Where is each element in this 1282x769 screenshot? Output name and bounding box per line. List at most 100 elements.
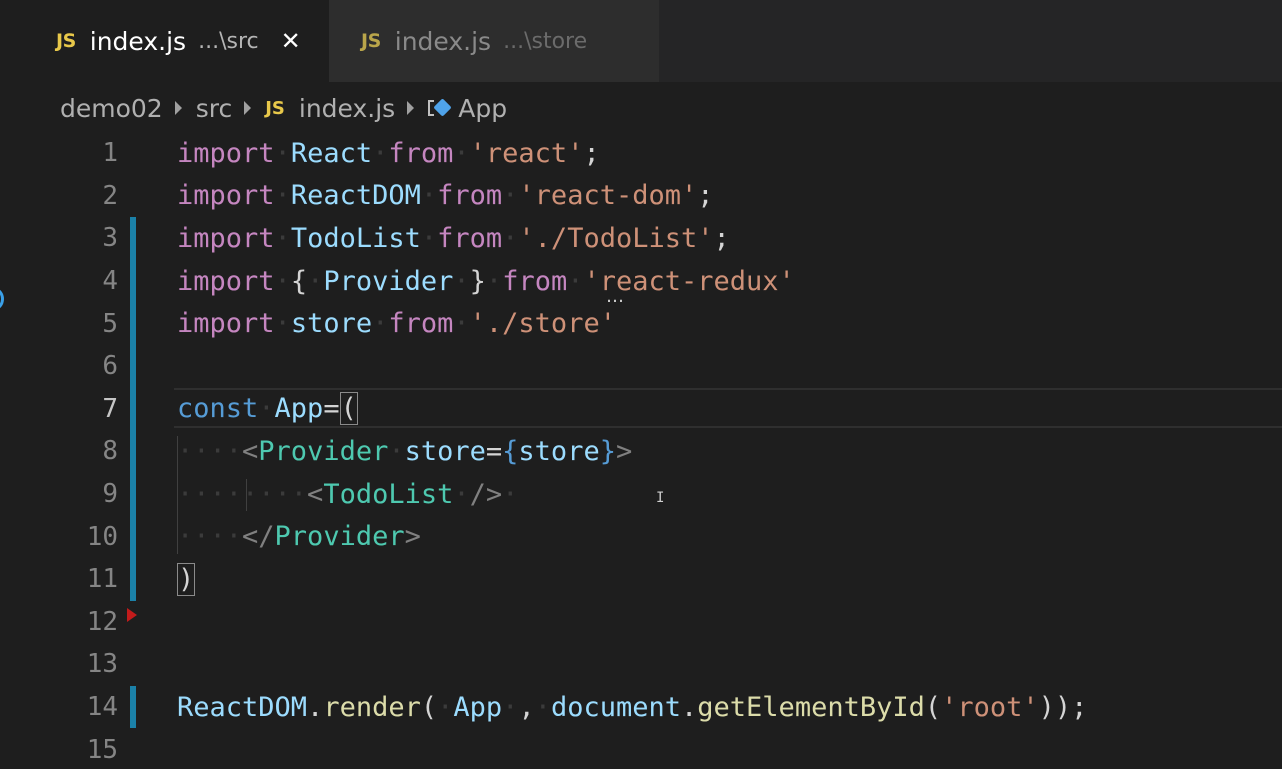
code-text[interactable]: ) (177, 562, 196, 596)
breadcrumb-item-file[interactable]: index.js (299, 94, 395, 123)
line-number: 7 (102, 393, 118, 424)
tab-label: index.js (89, 26, 187, 56)
code-line[interactable]: 10 ····</Provider> (24, 515, 1282, 558)
code-token: · (420, 180, 438, 212)
code-editor[interactable]: I 1 import·React·from·'react'; 2 import·Rea… (24, 132, 1282, 769)
code-token: App (453, 691, 503, 723)
code-text[interactable]: import·TodoList·from·'./TodoList'; (177, 223, 730, 254)
code-token: · (274, 180, 291, 212)
breadcrumb-item-symbol[interactable]: App (458, 94, 507, 123)
code-line[interactable]: 9 ········<TodoList·/>· (24, 472, 1282, 516)
code-token: /> (469, 478, 503, 510)
code-token: · (274, 222, 291, 254)
code-token: ···· (177, 521, 243, 553)
tab-index-js-src[interactable]: JS index.js ...\src ✕ (24, 0, 329, 82)
line-number: 9 (102, 479, 118, 510)
breadcrumb-item-demo02[interactable]: demo02 (60, 94, 163, 123)
dirty-diff-marker[interactable] (130, 345, 136, 388)
code-line[interactable]: 4 import·{·Provider·}·from·'react-redux' (24, 259, 1282, 303)
code-text[interactable]: import·store·from·'./store' (177, 308, 616, 339)
code-line[interactable]: 7 const·App=( (24, 387, 1282, 431)
code-text[interactable]: ····</Provider> (177, 521, 421, 552)
code-token: from (388, 137, 454, 169)
dirty-diff-marker[interactable] (130, 217, 136, 260)
code-text[interactable]: import·ReactDOM·from·'react-dom'; (177, 180, 714, 211)
dirty-diff-marker[interactable] (130, 259, 136, 303)
code-token: , (518, 691, 535, 723)
line-number: 4 (102, 266, 118, 297)
code-text[interactable]: import·React·from·'react'; (177, 138, 600, 169)
code-line[interactable]: 12 (24, 601, 1282, 644)
dirty-diff-marker[interactable] (130, 387, 136, 431)
code-line[interactable]: 6 (24, 345, 1282, 388)
tab-index-js-store[interactable]: JS index.js ...\store (329, 0, 659, 82)
code-token: ; (697, 180, 714, 212)
code-token: · (502, 478, 519, 510)
code-token: · (453, 308, 470, 340)
code-token: ReactDOM (177, 691, 308, 723)
matched-bracket: ( (339, 392, 358, 426)
dirty-diff-marker[interactable] (130, 558, 136, 601)
code-line[interactable]: 15 (24, 728, 1282, 769)
code-line[interactable]: 5 import·store·from·'./store' (24, 302, 1282, 345)
breadcrumb-item-src[interactable]: src (196, 94, 233, 123)
code-token: · (258, 393, 275, 425)
tab-label: index.js (394, 26, 492, 56)
code-text[interactable]: ········<TodoList·/>· (177, 479, 518, 510)
close-icon[interactable]: ✕ (281, 29, 301, 53)
dirty-diff-marker[interactable] (130, 302, 136, 345)
line-number: 6 (102, 351, 118, 382)
code-token: ( (420, 691, 438, 723)
code-text[interactable]: ReactDOM.render(·App·,·document.getEleme… (177, 692, 1087, 723)
activity-edge (0, 0, 24, 769)
vscode-window: JS index.js ...\src ✕ JS index.js ...\st… (0, 0, 1282, 769)
code-line[interactable]: 3 import·TodoList·from·'./TodoList'; (24, 217, 1282, 260)
code-token: 'root' (941, 691, 1039, 723)
code-token: import (177, 137, 275, 169)
line-number: 3 (102, 223, 118, 254)
chevron-right-icon (244, 101, 252, 115)
code-text[interactable]: import·{·Provider·}·from·'react-redux' (177, 266, 795, 297)
code-token: import (177, 180, 275, 212)
dirty-diff-marker[interactable] (130, 430, 136, 473)
line-number: 2 (102, 180, 118, 211)
code-line[interactable]: 14 ReactDOM.render(·App·,·document.getEle… (24, 685, 1282, 729)
code-token: ( (924, 691, 942, 723)
line-number: 10 (86, 521, 118, 552)
code-token: } (599, 435, 616, 467)
line-number: 15 (86, 734, 118, 765)
code-token: TodoList (290, 222, 421, 254)
hint-ellipsis-icon[interactable]: … (606, 286, 625, 307)
dirty-diff-marker[interactable] (130, 472, 136, 516)
code-token: ; (713, 222, 730, 254)
code-text[interactable]: const·App=( (177, 392, 358, 426)
code-line[interactable]: 8 ····<Provider·store={store}> (24, 430, 1282, 473)
code-token: · (502, 222, 519, 254)
code-token: ReactDOM (290, 180, 421, 212)
code-token: · (534, 691, 551, 723)
code-token: TodoList (323, 478, 454, 510)
code-line[interactable]: 2 import·ReactDOM·from·'react-dom'; (24, 175, 1282, 218)
code-token: App (274, 393, 324, 425)
line-number: 1 (102, 138, 118, 169)
code-token: · (372, 137, 389, 169)
code-token: · (274, 308, 291, 340)
line-number: 13 (86, 649, 118, 680)
code-token: { (290, 265, 308, 297)
symbol-variable-icon (428, 97, 452, 119)
code-token: getElementById (697, 691, 925, 723)
code-line[interactable]: 11) (24, 558, 1282, 601)
fold-arrow-icon[interactable] (127, 607, 137, 622)
code-token: > (615, 435, 633, 467)
tab-path: ...\src (198, 28, 259, 54)
tab-path: ...\store (503, 28, 588, 54)
code-token: store (290, 308, 373, 340)
dirty-diff-marker[interactable] (130, 515, 136, 558)
code-line[interactable]: 13 (24, 643, 1282, 686)
code-token: ········ (177, 478, 308, 510)
code-token: · (567, 265, 584, 297)
code-text[interactable]: ····<Provider·store={store}> (177, 436, 632, 467)
code-token: './store' (469, 308, 616, 340)
dirty-diff-marker[interactable] (130, 685, 136, 729)
code-line[interactable]: 1 import·React·from·'react'; (24, 132, 1282, 175)
